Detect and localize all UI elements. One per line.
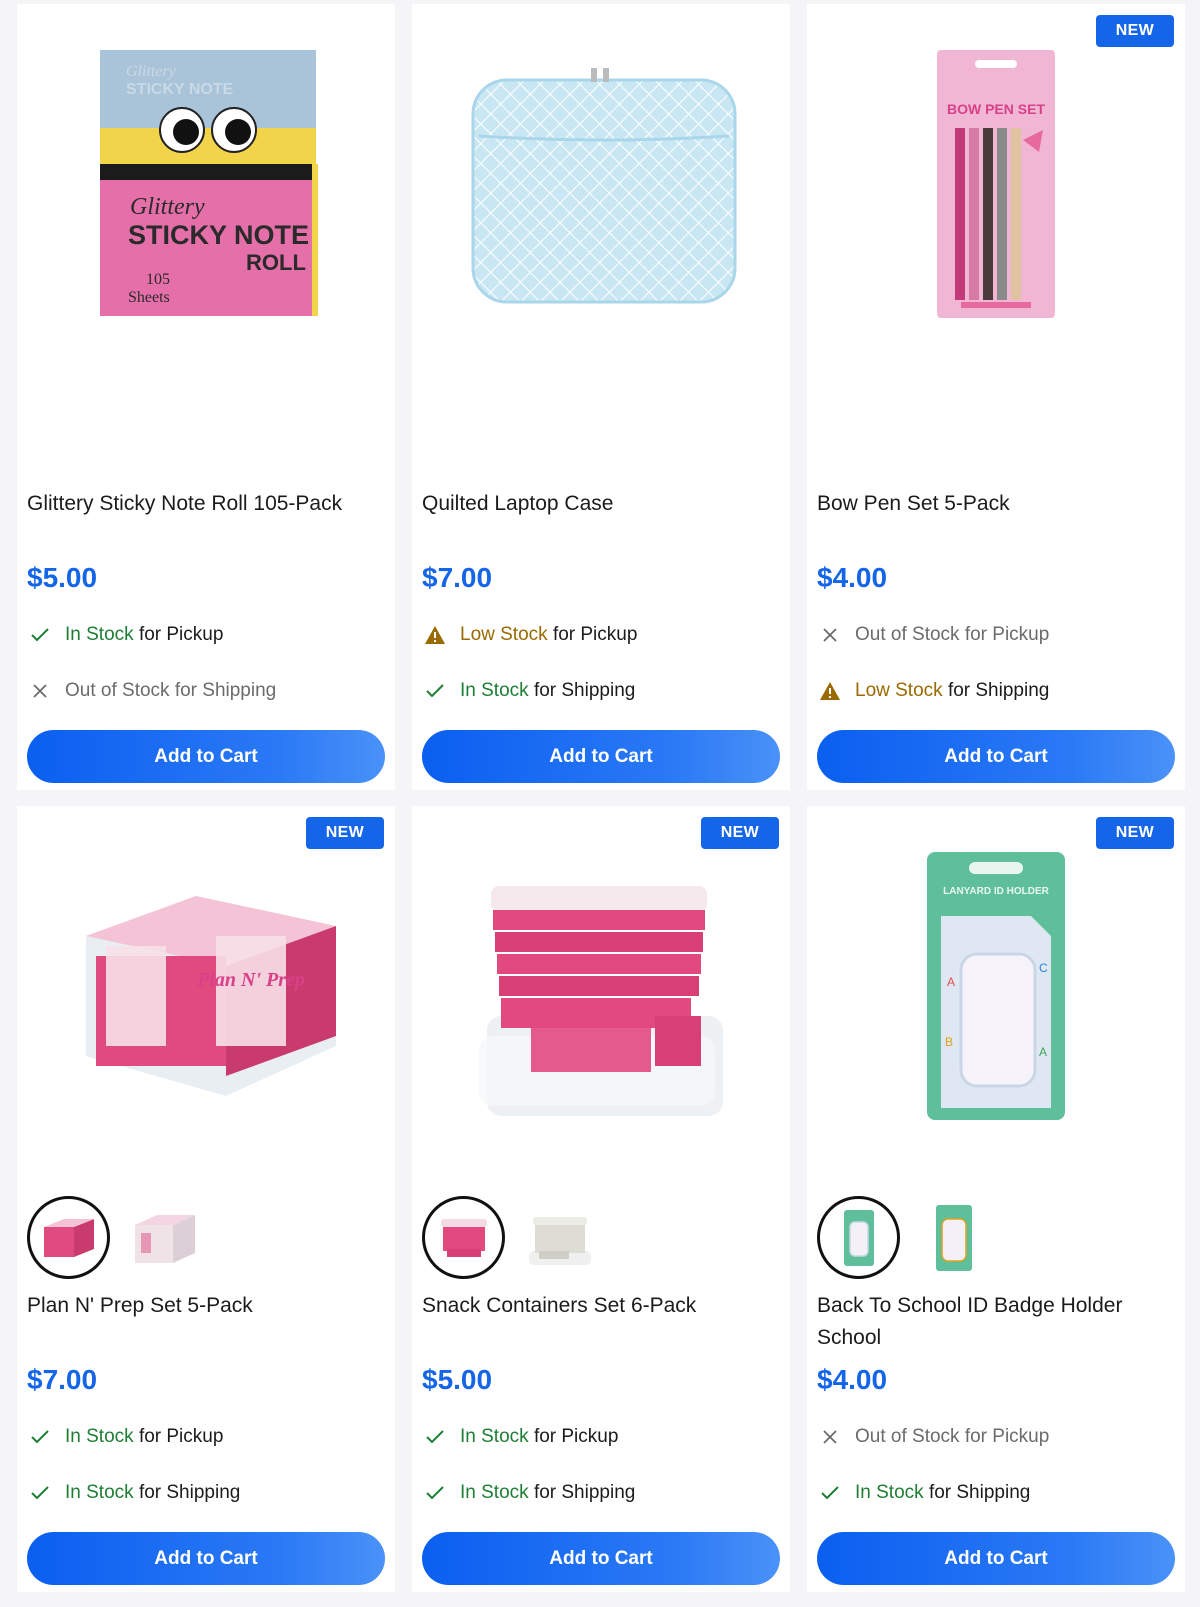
img-line1: Glittery <box>130 194 205 220</box>
shipping-status-suffix: for Shipping <box>947 680 1050 701</box>
svg-text:STICKY NOTE: STICKY NOTE <box>126 81 234 98</box>
product-image[interactable]: Glittery STICKY NOTE Glittery STICKY NOT… <box>17 4 395 364</box>
product-image[interactable] <box>412 4 790 364</box>
img-line4: 105 <box>146 271 170 288</box>
check-icon <box>424 1482 446 1504</box>
check-icon <box>29 1426 51 1448</box>
product-price: $7.00 <box>27 1364 98 1395</box>
img-line5: Sheets <box>128 289 170 306</box>
add-to-cart-button[interactable]: Add to Cart <box>27 730 385 783</box>
swatch-option-selected[interactable] <box>422 1196 505 1279</box>
shipping-status-suffix: for Shipping <box>533 1482 636 1503</box>
product-price: $7.00 <box>422 562 493 593</box>
shipping-status: Low Stock for Shipping <box>819 680 1049 702</box>
color-swatches <box>817 1196 995 1279</box>
shipping-status-label: In Stock <box>460 1482 529 1503</box>
product-image[interactable] <box>412 806 790 1166</box>
shipping-status: In Stock for Shipping <box>424 680 635 702</box>
product-name[interactable]: Quilted Laptop Case <box>422 488 780 520</box>
check-icon <box>424 1426 446 1448</box>
shipping-status-suffix: for Shipping <box>533 680 636 701</box>
pickup-status: In Stock for Pickup <box>29 624 223 646</box>
img-title: BOW PEN SET <box>947 101 1045 117</box>
shipping-status: Out of Stock for Shipping <box>29 680 276 702</box>
svg-text:Glittery: Glittery <box>126 63 177 80</box>
pickup-status-suffix: for Pickup <box>138 624 224 645</box>
shipping-status: In Stock for Shipping <box>29 1482 240 1504</box>
warning-icon <box>819 680 841 702</box>
svg-text:C: C <box>1039 961 1048 975</box>
product-grid: Glittery STICKY NOTE Glittery STICKY NOT… <box>17 4 1185 1592</box>
swatch-option[interactable] <box>122 1196 205 1279</box>
shipping-status-label: Out of Stock for Shipping <box>65 680 277 701</box>
check-icon <box>424 680 446 702</box>
product-name[interactable]: Snack Containers Set 6-Pack <box>422 1290 780 1322</box>
product-image[interactable]: Plan N' Prep <box>17 806 395 1166</box>
shipping-status-suffix: for Shipping <box>928 1482 1031 1503</box>
product-name[interactable]: Bow Pen Set 5-Pack <box>817 488 1175 520</box>
shipping-status: In Stock for Shipping <box>424 1482 635 1504</box>
add-to-cart-button[interactable]: Add to Cart <box>817 1532 1175 1585</box>
close-icon <box>29 680 51 702</box>
pickup-status-label: Low Stock <box>460 624 548 645</box>
warning-icon <box>424 624 446 646</box>
img-title: LANYARD ID HOLDER <box>943 886 1050 897</box>
pickup-status: Out of Stock for Pickup <box>819 1426 1049 1448</box>
product-card[interactable]: NEW Snack Containers Set 6-Pack $5.00 In… <box>412 806 790 1592</box>
product-image[interactable]: LANYARD ID HOLDER A C B A <box>807 806 1185 1166</box>
img-line2: STICKY NOTE <box>128 220 309 250</box>
close-icon <box>819 624 841 646</box>
product-price: $5.00 <box>422 1364 493 1395</box>
check-icon <box>29 1482 51 1504</box>
shipping-status-label: Low Stock <box>855 680 943 701</box>
pickup-status-label: Out of Stock for Pickup <box>855 1426 1050 1447</box>
swatch-option-selected[interactable] <box>817 1196 900 1279</box>
shipping-status-label: In Stock <box>855 1482 924 1503</box>
swatch-option[interactable] <box>912 1196 995 1279</box>
color-swatches <box>422 1196 600 1279</box>
shipping-status-suffix: for Shipping <box>138 1482 241 1503</box>
pickup-status: Low Stock for Pickup <box>424 624 637 646</box>
close-icon <box>819 1426 841 1448</box>
pickup-status-suffix: for Pickup <box>138 1426 224 1447</box>
svg-text:A: A <box>1039 1045 1047 1059</box>
check-icon <box>29 624 51 646</box>
shipping-status-label: In Stock <box>65 1482 134 1503</box>
product-price: $5.00 <box>27 562 98 593</box>
product-name[interactable]: Plan N' Prep Set 5-Pack <box>27 1290 385 1322</box>
pickup-status-label: In Stock <box>460 1426 529 1447</box>
pickup-status-label: Out of Stock for Pickup <box>855 624 1050 645</box>
shipping-status-label: In Stock <box>460 680 529 701</box>
product-name[interactable]: Glittery Sticky Note Roll 105-Pack <box>27 488 385 520</box>
product-card[interactable]: NEW BOW PEN SET Bow Pen Set 5-Pack $4.00… <box>807 4 1185 790</box>
svg-text:B: B <box>945 1035 953 1049</box>
swatch-option[interactable] <box>517 1196 600 1279</box>
img-line3: ROLL <box>246 250 306 275</box>
check-icon <box>819 1482 841 1504</box>
pickup-status-label: In Stock <box>65 624 134 645</box>
product-image[interactable]: BOW PEN SET <box>807 4 1185 364</box>
pickup-status-suffix: for Pickup <box>552 624 638 645</box>
product-card[interactable]: NEW Plan N' Prep Plan N' Prep Set 5-Pack… <box>17 806 395 1592</box>
img-title: Plan N' Prep <box>196 969 305 991</box>
product-card[interactable]: Quilted Laptop Case $7.00 Low Stock for … <box>412 4 790 790</box>
product-price: $4.00 <box>817 562 888 593</box>
pickup-status-label: In Stock <box>65 1426 134 1447</box>
pickup-status: In Stock for Pickup <box>424 1426 618 1448</box>
svg-text:A: A <box>947 975 955 989</box>
product-card[interactable]: NEW LANYARD ID HOLDER A C B A Back To Sc <box>807 806 1185 1592</box>
product-name[interactable]: Back To School ID Badge Holder School <box>817 1290 1175 1354</box>
add-to-cart-button[interactable]: Add to Cart <box>422 730 780 783</box>
swatch-option-selected[interactable] <box>27 1196 110 1279</box>
add-to-cart-button[interactable]: Add to Cart <box>27 1532 385 1585</box>
add-to-cart-button[interactable]: Add to Cart <box>817 730 1175 783</box>
color-swatches <box>27 1196 205 1279</box>
pickup-status: In Stock for Pickup <box>29 1426 223 1448</box>
pickup-status-suffix: for Pickup <box>533 1426 619 1447</box>
pickup-status: Out of Stock for Pickup <box>819 624 1049 646</box>
product-price: $4.00 <box>817 1364 888 1395</box>
add-to-cart-button[interactable]: Add to Cart <box>422 1532 780 1585</box>
product-card[interactable]: Glittery STICKY NOTE Glittery STICKY NOT… <box>17 4 395 790</box>
shipping-status: In Stock for Shipping <box>819 1482 1030 1504</box>
